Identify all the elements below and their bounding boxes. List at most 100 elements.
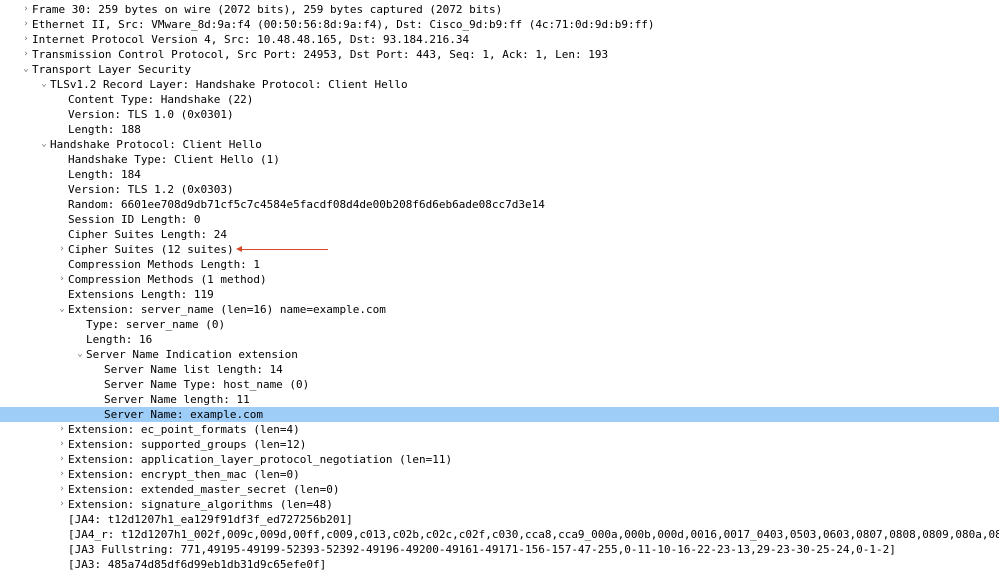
expand-icon[interactable]: › xyxy=(56,272,68,287)
indent xyxy=(20,122,56,137)
expand-icon[interactable]: › xyxy=(56,452,68,467)
expand-icon[interactable]: › xyxy=(56,437,68,452)
tree-row[interactable]: ›Cipher Suites (12 suites) xyxy=(0,242,999,257)
expand-icon[interactable]: › xyxy=(56,242,68,257)
tree-row[interactable]: Length: 184 xyxy=(0,167,999,182)
row-text: [JA3 Fullstring: 771,49195-49199-52393-5… xyxy=(68,542,896,557)
packet-details-pane[interactable]: ›Frame 30: 259 bytes on wire (2072 bits)… xyxy=(0,0,999,574)
tree-row[interactable]: ›Frame 30: 259 bytes on wire (2072 bits)… xyxy=(0,2,999,17)
tree-row[interactable]: Type: server_name (0) xyxy=(0,317,999,332)
expand-icon[interactable]: › xyxy=(56,467,68,482)
row-text: Compression Methods Length: 1 xyxy=(68,257,260,272)
row-text: Random: 6601ee708d9db71cf5c7c4584e5facdf… xyxy=(68,197,545,212)
tree-row[interactable]: ›Transmission Control Protocol, Src Port… xyxy=(0,47,999,62)
tree-row[interactable]: Session ID Length: 0 xyxy=(0,212,999,227)
tree-row[interactable]: ›Extension: supported_groups (len=12) xyxy=(0,437,999,452)
tree-row[interactable]: Length: 188 xyxy=(0,122,999,137)
row-text: [JA4: t12d1207h1_ea129f91df3f_ed727256b2… xyxy=(68,512,353,527)
row-text: Type: server_name (0) xyxy=(86,317,225,332)
collapse-icon[interactable]: ⌄ xyxy=(20,62,32,77)
row-gutter xyxy=(0,77,20,92)
indent xyxy=(20,302,56,317)
row-gutter xyxy=(0,227,20,242)
tree-row[interactable]: [JA4_r: t12d1207h1_002f,009c,009d,00ff,c… xyxy=(0,527,999,542)
tree-row[interactable]: Server Name list length: 14 xyxy=(0,362,999,377)
row-text: Internet Protocol Version 4, Src: 10.48.… xyxy=(32,32,469,47)
indent xyxy=(20,527,56,542)
tree-row[interactable]: ›Extension: ec_point_formats (len=4) xyxy=(0,422,999,437)
expand-icon[interactable]: › xyxy=(56,482,68,497)
row-text: Version: TLS 1.2 (0x0303) xyxy=(68,182,234,197)
row-gutter xyxy=(0,212,20,227)
tree-row[interactable]: Version: TLS 1.0 (0x0301) xyxy=(0,107,999,122)
tree-row[interactable]: Length: 16 xyxy=(0,332,999,347)
row-gutter xyxy=(0,422,20,437)
collapse-icon[interactable]: ⌄ xyxy=(38,77,50,92)
tree-row[interactable]: ›Extension: extended_master_secret (len=… xyxy=(0,482,999,497)
tree-row[interactable]: Handshake Type: Client Hello (1) xyxy=(0,152,999,167)
row-text: Frame 30: 259 bytes on wire (2072 bits),… xyxy=(32,2,502,17)
row-text: Extension: ec_point_formats (len=4) xyxy=(68,422,300,437)
tree-row[interactable]: Cipher Suites Length: 24 xyxy=(0,227,999,242)
row-gutter xyxy=(0,182,20,197)
indent xyxy=(20,182,56,197)
collapse-icon[interactable]: ⌄ xyxy=(38,137,50,152)
indent xyxy=(20,167,56,182)
row-text: [JA3: 485a74d85df6d99eb1db31d9c65efe0f] xyxy=(68,557,326,572)
expand-icon[interactable]: › xyxy=(56,422,68,437)
indent xyxy=(20,197,56,212)
indent xyxy=(20,257,56,272)
indent xyxy=(20,557,56,572)
tree-row[interactable]: Version: TLS 1.2 (0x0303) xyxy=(0,182,999,197)
row-text: Extension: encrypt_then_mac (len=0) xyxy=(68,467,300,482)
tree-row[interactable]: ›Extension: application_layer_protocol_n… xyxy=(0,452,999,467)
row-gutter xyxy=(0,152,20,167)
row-gutter xyxy=(0,167,20,182)
collapse-icon[interactable]: ⌄ xyxy=(74,347,86,362)
tree-row[interactable]: [JA3 Fullstring: 771,49195-49199-52393-5… xyxy=(0,542,999,557)
indent xyxy=(20,392,92,407)
tree-row[interactable]: ›Compression Methods (1 method) xyxy=(0,272,999,287)
expand-icon[interactable]: › xyxy=(20,17,32,32)
row-text: Extension: extended_master_secret (len=0… xyxy=(68,482,340,497)
tree-row[interactable]: ⌄Handshake Protocol: Client Hello xyxy=(0,137,999,152)
tree-row[interactable]: ›Internet Protocol Version 4, Src: 10.48… xyxy=(0,32,999,47)
tree-row[interactable]: ⌄Extension: server_name (len=16) name=ex… xyxy=(0,302,999,317)
tree-row[interactable]: Server Name Type: host_name (0) xyxy=(0,377,999,392)
tree-row[interactable]: ⌄TLSv1.2 Record Layer: Handshake Protoco… xyxy=(0,77,999,92)
tree-row[interactable]: Random: 6601ee708d9db71cf5c7c4584e5facdf… xyxy=(0,197,999,212)
row-text: TLSv1.2 Record Layer: Handshake Protocol… xyxy=(50,77,408,92)
tree-row[interactable]: [JA4: t12d1207h1_ea129f91df3f_ed727256b2… xyxy=(0,512,999,527)
indent xyxy=(20,422,56,437)
tree-row[interactable]: [JA3: 485a74d85df6d99eb1db31d9c65efe0f] xyxy=(0,557,999,572)
tree-row[interactable]: ⌄Transport Layer Security xyxy=(0,62,999,77)
expand-icon[interactable]: › xyxy=(20,47,32,62)
indent xyxy=(20,377,92,392)
tree-row[interactable]: ›Ethernet II, Src: VMware_8d:9a:f4 (00:5… xyxy=(0,17,999,32)
indent xyxy=(20,347,74,362)
tree-row[interactable]: Compression Methods Length: 1 xyxy=(0,257,999,272)
tree-row[interactable]: Server Name length: 11 xyxy=(0,392,999,407)
row-gutter xyxy=(0,32,20,47)
row-gutter xyxy=(0,332,20,347)
expand-icon[interactable]: › xyxy=(20,32,32,47)
indent xyxy=(20,242,56,257)
tree-row[interactable]: ⌄Server Name Indication extension xyxy=(0,347,999,362)
row-text: Server Name Indication extension xyxy=(86,347,298,362)
row-gutter xyxy=(0,122,20,137)
row-gutter xyxy=(0,107,20,122)
tree-row[interactable]: ›Extension: encrypt_then_mac (len=0) xyxy=(0,467,999,482)
row-text: [JA4_r: t12d1207h1_002f,009c,009d,00ff,c… xyxy=(68,527,999,542)
row-gutter xyxy=(0,17,20,32)
expand-icon[interactable]: › xyxy=(20,2,32,17)
indent xyxy=(20,482,56,497)
row-gutter xyxy=(0,362,20,377)
row-gutter xyxy=(0,557,20,572)
collapse-icon[interactable]: ⌄ xyxy=(56,302,68,317)
tree-row[interactable]: Content Type: Handshake (22) xyxy=(0,92,999,107)
tree-row[interactable]: Server Name: example.com xyxy=(0,407,999,422)
indent xyxy=(20,317,74,332)
tree-row[interactable]: Extensions Length: 119 xyxy=(0,287,999,302)
row-text: Handshake Protocol: Client Hello xyxy=(50,137,262,152)
indent xyxy=(20,137,38,152)
